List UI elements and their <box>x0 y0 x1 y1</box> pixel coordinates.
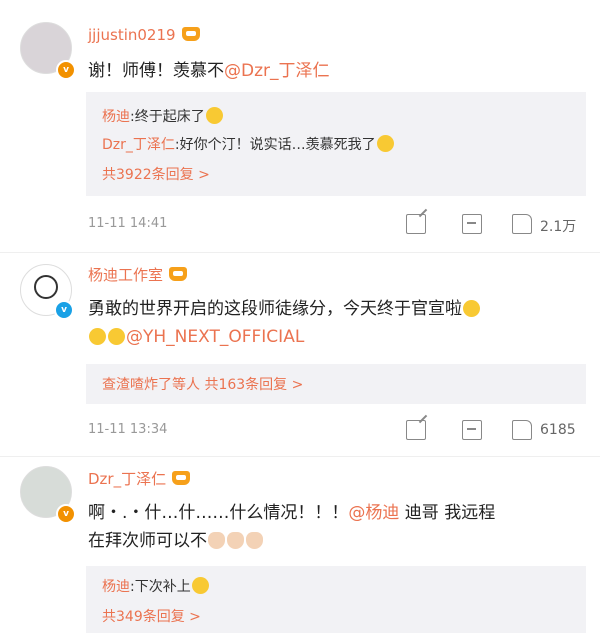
reply-total-link[interactable]: 共349条回复 > <box>102 606 201 626</box>
comment-text: 谢！师傅！羡慕不@Dzr_丁泽仁 <box>88 61 330 81</box>
crown-icon <box>181 27 200 41</box>
vip-badge-icon: v <box>56 504 76 524</box>
clap-emoji-icon <box>246 532 263 549</box>
divider <box>0 252 600 253</box>
like-icon[interactable] <box>512 214 532 234</box>
reply-user[interactable]: 杨迪 <box>102 579 130 595</box>
comment-text-line2: @YH_NEXT_OFFICIAL <box>88 322 304 352</box>
mention-link[interactable]: @杨迪 <box>348 503 399 523</box>
divider <box>0 456 600 457</box>
reply-box: 查渣喳炸了等人 共163条回复 > <box>86 364 586 404</box>
clap-emoji-icon <box>208 532 225 549</box>
sweat-emoji-icon <box>463 300 480 317</box>
reply-total-link[interactable]: 共3922条回复 > <box>102 164 210 184</box>
reply-user[interactable]: 杨迪 <box>102 109 130 125</box>
like-count: 6185 <box>540 422 576 438</box>
sweat-emoji-icon <box>108 328 125 345</box>
share-icon[interactable] <box>406 420 426 440</box>
comment-text-line2: 在拜次师可以不 <box>88 526 264 556</box>
share-icon[interactable] <box>406 214 426 234</box>
verified-badge-icon: v <box>54 300 74 320</box>
reply-summary-link[interactable]: 查渣喳炸了等人 共163条回复 > <box>102 374 303 394</box>
grin-emoji-icon <box>191 577 209 594</box>
reply-item: 杨迪:终于起床了 <box>102 106 224 126</box>
timestamp: 11-11 14:41 <box>88 216 168 231</box>
smile-emoji-icon <box>205 107 223 124</box>
comment-text: 勇敢的世界开启的这段师徒缘分，今天终于官宣啦 <box>88 294 481 324</box>
vip-badge-icon: v <box>56 60 76 80</box>
reply-user[interactable]: Dzr_丁泽仁 <box>102 137 175 153</box>
comment-meta: 11-11 14:41 2.1万 <box>88 214 588 236</box>
comment-text: 啊・.・什…什……什么情况！！！@杨迪 迪哥 我远程 <box>88 503 496 523</box>
mention-link[interactable]: @YH_NEXT_OFFICIAL <box>126 327 304 347</box>
clap-emoji-icon <box>227 532 244 549</box>
mention-link[interactable]: @Dzr_丁泽仁 <box>224 61 330 81</box>
username[interactable]: 杨迪工作室 <box>88 264 188 285</box>
timestamp: 11-11 13:34 <box>88 422 168 437</box>
like-icon[interactable] <box>512 420 532 440</box>
username[interactable]: Dzr_丁泽仁 <box>88 468 191 489</box>
reply-item: 杨迪:下次补上 <box>102 576 210 596</box>
username[interactable]: jjjustin0219 <box>88 26 200 44</box>
like-count: 2.1万 <box>540 219 577 235</box>
reply-box: 杨迪:终于起床了 Dzr_丁泽仁:好你个汀！说实话…羡慕死我了 共3922条回复… <box>86 92 586 196</box>
comment-icon[interactable] <box>462 420 482 440</box>
reply-item: Dzr_丁泽仁:好你个汀！说实话…羡慕死我了 <box>102 134 395 154</box>
reply-box: 杨迪:下次补上 共349条回复 > <box>86 566 586 633</box>
comment-icon[interactable] <box>462 214 482 234</box>
crown-icon <box>169 267 188 281</box>
crown-icon <box>172 471 191 485</box>
comment-meta: 11-11 13:34 6185 <box>88 420 588 442</box>
cry-emoji-icon <box>376 135 394 152</box>
sweat-emoji-icon <box>89 328 106 345</box>
